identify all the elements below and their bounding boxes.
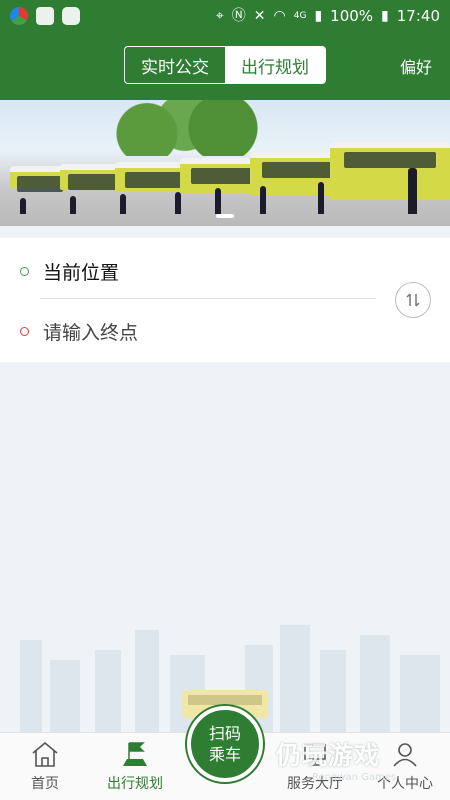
destination-field[interactable]: 请输入终点 xyxy=(43,318,138,345)
tab-trip-planning[interactable]: 出行规划 xyxy=(225,47,325,83)
route-flag-icon xyxy=(123,742,147,766)
banner-bus xyxy=(330,142,450,200)
banner-person xyxy=(70,196,76,214)
battery-icon: ▮ xyxy=(381,8,389,24)
origin-dot-icon xyxy=(20,267,29,276)
divider xyxy=(40,298,376,299)
nav-home-label: 首页 xyxy=(31,776,59,792)
nfc-icon: Ⓝ xyxy=(231,8,246,24)
signal-icon: ▮ xyxy=(314,8,323,24)
banner-person xyxy=(20,198,26,214)
mute-icon: ✕ xyxy=(253,8,266,24)
route-input-card: 当前位置 请输入终点 xyxy=(0,238,450,362)
scan-label-line2: 乘车 xyxy=(208,745,241,764)
banner-person xyxy=(408,168,417,214)
nav-trip-planning-label: 出行规划 xyxy=(107,776,163,792)
battery-level: 100% xyxy=(330,7,374,25)
watermark-title: 仍玩游戏 xyxy=(276,741,381,770)
gallery-notification-icon xyxy=(36,7,54,25)
mode-segmented-control: 实时公交 出行规划 xyxy=(124,46,326,84)
banner-trees xyxy=(90,100,280,156)
origin-row[interactable]: 当前位置 xyxy=(20,258,119,285)
status-bar: ⌖ Ⓝ ✕ ◠ 4G ▮ 100% ▮ 17:40 xyxy=(0,0,450,32)
preferences-button[interactable]: 偏好 xyxy=(400,54,432,78)
destination-dot-icon xyxy=(20,327,29,336)
nav-home[interactable]: 首页 xyxy=(0,733,90,800)
app-notification-icon xyxy=(10,7,28,25)
clock: 17:40 xyxy=(396,7,440,25)
app2-notification-icon xyxy=(62,7,80,25)
watermark-subtitle: Rengwan Games xyxy=(312,772,397,783)
promo-banner[interactable] xyxy=(0,100,450,226)
location-icon: ⌖ xyxy=(215,8,224,24)
origin-field[interactable]: 当前位置 xyxy=(43,258,119,285)
swap-button[interactable] xyxy=(395,282,431,318)
banner-person xyxy=(260,186,266,214)
scan-label-line1: 扫码 xyxy=(208,724,241,743)
tab-realtime-bus[interactable]: 实时公交 xyxy=(125,47,225,83)
swap-arrows-icon xyxy=(406,293,420,307)
signal-label: 4G xyxy=(293,10,307,21)
banner-person xyxy=(318,182,324,214)
app-header: 实时公交 出行规划 偏好 xyxy=(0,32,450,100)
scan-to-ride-button[interactable]: 扫码 乘车 xyxy=(187,706,263,782)
banner-page-indicator xyxy=(216,214,234,218)
home-icon xyxy=(32,741,58,767)
destination-row[interactable]: 请输入终点 xyxy=(20,318,138,345)
watermark: 仍玩游戏 Rengwan Games xyxy=(276,736,448,790)
banner-person xyxy=(175,192,181,214)
nav-trip-planning[interactable]: 出行规划 xyxy=(90,733,180,800)
wifi-icon: ◠ xyxy=(273,8,286,24)
banner-person xyxy=(215,188,221,214)
banner-person xyxy=(120,194,126,214)
